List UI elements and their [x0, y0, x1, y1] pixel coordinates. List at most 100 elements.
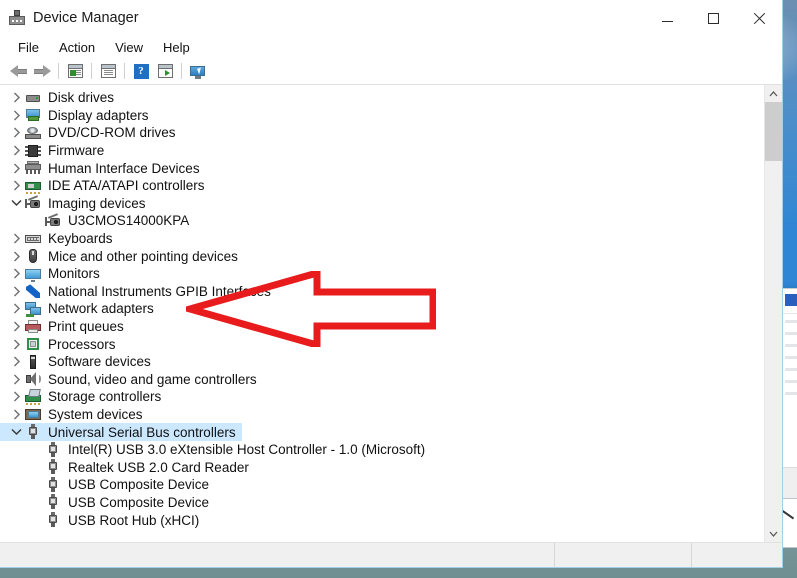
- chevron-right-icon[interactable]: [8, 339, 25, 350]
- chevron-right-icon[interactable]: [8, 110, 25, 121]
- chevron-down-icon[interactable]: [8, 199, 25, 207]
- maximize-button[interactable]: [690, 0, 736, 36]
- scroll-down-icon: [769, 531, 778, 537]
- tree-row[interactable]: Storage controllers: [0, 388, 764, 406]
- minimize-button[interactable]: [644, 0, 690, 36]
- menu-view[interactable]: View: [105, 38, 153, 57]
- tree-row-hitbox[interactable]: Intel(R) USB 3.0 eXtensible Host Control…: [0, 441, 431, 459]
- tree-row-hitbox[interactable]: Firmware: [0, 142, 110, 160]
- chevron-right-icon[interactable]: [8, 180, 25, 191]
- tree-row-hitbox[interactable]: Processors: [0, 335, 122, 353]
- usb-icon: [45, 476, 61, 493]
- storage-controller-icon: [25, 388, 41, 405]
- chevron-right-icon[interactable]: [8, 163, 25, 174]
- tree-row[interactable]: Disk drives: [0, 89, 764, 107]
- tree-row[interactable]: Print queues: [0, 318, 764, 336]
- chevron-right-icon[interactable]: [8, 268, 25, 279]
- tree-row[interactable]: Processors: [0, 335, 764, 353]
- forward-button[interactable]: [30, 60, 54, 82]
- tree-row[interactable]: Universal Serial Bus controllers: [0, 423, 764, 441]
- tree-row[interactable]: USB Composite Device: [0, 476, 764, 494]
- tree-row[interactable]: Intel(R) USB 3.0 eXtensible Host Control…: [0, 441, 764, 459]
- vertical-scrollbar[interactable]: [764, 85, 782, 542]
- tree-row[interactable]: DVD/CD-ROM drives: [0, 124, 764, 142]
- tree-row-hitbox[interactable]: USB Composite Device: [0, 476, 215, 494]
- processor-icon: [25, 336, 41, 352]
- tree-row[interactable]: USB Composite Device: [0, 494, 764, 512]
- update-driver-icon: [157, 64, 173, 78]
- menu-help[interactable]: Help: [153, 38, 200, 57]
- chevron-right-icon[interactable]: [8, 92, 25, 103]
- back-button[interactable]: [6, 60, 30, 82]
- chevron-right-icon[interactable]: [8, 251, 25, 262]
- tree-row-hitbox[interactable]: National Instruments GPIB Interfaces: [0, 283, 277, 301]
- tree-row[interactable]: Human Interface Devices: [0, 159, 764, 177]
- chevron-right-icon[interactable]: [8, 356, 25, 367]
- chevron-right-icon[interactable]: [8, 391, 25, 402]
- tree-row-hitbox[interactable]: Network adapters: [0, 300, 160, 318]
- help-button[interactable]: ?: [129, 60, 153, 82]
- close-button[interactable]: [736, 0, 782, 36]
- tree-row[interactable]: Network adapters: [0, 300, 764, 318]
- tree-row-hitbox[interactable]: System devices: [0, 406, 149, 424]
- chevron-right-icon[interactable]: [8, 145, 25, 156]
- tree-row-hitbox[interactable]: Sound, video and game controllers: [0, 371, 263, 389]
- tree-row-hitbox[interactable]: Software devices: [0, 353, 157, 371]
- device-tree-pane[interactable]: Disk drives Display adapters DVD/CD-ROM dr…: [0, 85, 764, 542]
- tree-row-hitbox[interactable]: USB Root Hub (xHCI): [0, 511, 205, 529]
- chevron-right-icon[interactable]: [8, 303, 25, 314]
- tree-row-hitbox[interactable]: DVD/CD-ROM drives: [0, 124, 182, 142]
- chevron-right-icon[interactable]: [8, 321, 25, 332]
- tree-row-hitbox[interactable]: Storage controllers: [0, 388, 167, 406]
- update-driver-button[interactable]: [153, 60, 177, 82]
- tree-row[interactable]: Realtek USB 2.0 Card Reader: [0, 458, 764, 476]
- tree-row[interactable]: IDE ATA/ATAPI controllers: [0, 177, 764, 195]
- menu-action[interactable]: Action: [49, 38, 105, 57]
- printer-icon: [25, 319, 41, 335]
- tree-row-hitbox[interactable]: Human Interface Devices: [0, 159, 206, 177]
- tree-row[interactable]: Monitors: [0, 265, 764, 283]
- tree-row[interactable]: USB Root Hub (xHCI): [0, 511, 764, 529]
- tree-row[interactable]: Display adapters: [0, 107, 764, 125]
- scroll-down-button[interactable]: [765, 525, 782, 542]
- tree-row-hitbox[interactable]: Keyboards: [0, 230, 119, 248]
- tree-row[interactable]: Mice and other pointing devices: [0, 247, 764, 265]
- tree-row-label: Disk drives: [48, 90, 115, 106]
- tree-row-label: Storage controllers: [48, 389, 162, 405]
- show-hide-console-tree-button[interactable]: [63, 60, 87, 82]
- sound-icon: [25, 371, 41, 387]
- titlebar[interactable]: Device Manager: [0, 0, 782, 36]
- scrollbar-track[interactable]: [765, 102, 782, 525]
- menu-file[interactable]: File: [8, 38, 49, 57]
- tree-row-hitbox[interactable]: Realtek USB 2.0 Card Reader: [0, 458, 255, 476]
- tree-row[interactable]: U3CMOS14000KPA: [0, 212, 764, 230]
- scan-for-hardware-changes-button[interactable]: [186, 60, 210, 82]
- chevron-down-icon[interactable]: [8, 428, 25, 436]
- chevron-right-icon[interactable]: [8, 374, 25, 385]
- tree-row[interactable]: Keyboards: [0, 230, 764, 248]
- tree-row[interactable]: Firmware: [0, 142, 764, 160]
- tree-row[interactable]: Sound, video and game controllers: [0, 371, 764, 389]
- tree-row-hitbox[interactable]: Imaging devices: [0, 195, 152, 213]
- tree-row[interactable]: Imaging devices: [0, 195, 764, 213]
- chevron-right-icon[interactable]: [8, 127, 25, 138]
- tree-row[interactable]: National Instruments GPIB Interfaces: [0, 283, 764, 301]
- tree-row-hitbox[interactable]: Monitors: [0, 265, 106, 283]
- tree-row[interactable]: Software devices: [0, 353, 764, 371]
- placeholder-line: [785, 356, 797, 359]
- tree-row-hitbox[interactable]: USB Composite Device: [0, 494, 215, 512]
- chevron-right-icon[interactable]: [8, 409, 25, 420]
- chevron-right-icon[interactable]: [8, 286, 25, 297]
- scroll-up-button[interactable]: [765, 85, 782, 102]
- tree-row-hitbox[interactable]: Universal Serial Bus controllers: [0, 423, 242, 441]
- tree-row-hitbox[interactable]: Disk drives: [0, 89, 120, 107]
- tree-row-hitbox[interactable]: IDE ATA/ATAPI controllers: [0, 177, 211, 195]
- properties-button[interactable]: [96, 60, 120, 82]
- tree-row-hitbox[interactable]: Display adapters: [0, 107, 155, 125]
- tree-row-hitbox[interactable]: Mice and other pointing devices: [0, 247, 244, 265]
- chevron-right-icon[interactable]: [8, 233, 25, 244]
- scrollbar-thumb[interactable]: [765, 102, 782, 162]
- tree-row[interactable]: System devices: [0, 406, 764, 424]
- tree-row-hitbox[interactable]: U3CMOS14000KPA: [0, 212, 195, 230]
- tree-row-hitbox[interactable]: Print queues: [0, 318, 130, 336]
